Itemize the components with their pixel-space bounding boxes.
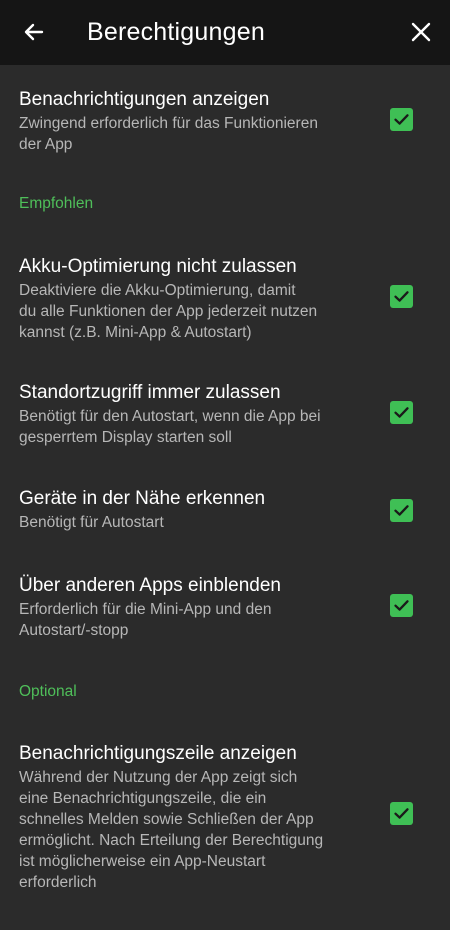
permission-description: Während der Nutzung der App zeigt sich e… <box>19 767 364 893</box>
check-icon <box>394 808 409 819</box>
permission-title: Benachrichtigungszeile anzeigen <box>19 743 297 764</box>
notification-bar-checkbox[interactable] <box>390 802 413 825</box>
permission-description: Benötigt für Autostart <box>19 512 364 533</box>
permission-item-notifications[interactable]: Benachrichtigungen anzeigen Zwingend erf… <box>0 66 450 172</box>
permission-item-battery-optimization[interactable]: Akku-Optimierung nicht zulassen Deaktivi… <box>0 235 450 360</box>
description-line: kannst (z.B. Mini-App & Autostart) <box>19 324 252 341</box>
permission-description: Deaktiviere die Akku-Optimierung, damit … <box>19 280 364 343</box>
description-line: Erforderlich für die Mini-App und den <box>19 601 272 618</box>
check-icon <box>394 407 409 418</box>
description-line: schnelles Melden sowie Schließen der App <box>19 811 314 828</box>
description-line: Zwingend erforderlich für das Funktionie… <box>19 115 318 132</box>
description-line: Benötigt für den Autostart, wenn die App… <box>19 408 321 425</box>
nearby-devices-checkbox[interactable] <box>390 499 413 522</box>
section-header-recommended: Empfohlen <box>19 195 94 212</box>
permission-description: Benötigt für den Autostart, wenn die App… <box>19 406 364 448</box>
permission-title: Über anderen Apps einblenden <box>19 575 281 596</box>
permission-item-notification-bar[interactable]: Benachrichtigungszeile anzeigen Während … <box>0 722 450 902</box>
permission-item-overlay[interactable]: Über anderen Apps einblenden Erforderlic… <box>0 555 450 660</box>
permission-title: Akku-Optimierung nicht zulassen <box>19 256 297 277</box>
close-button[interactable] <box>401 12 441 52</box>
overlay-checkbox[interactable] <box>390 594 413 617</box>
check-icon <box>394 114 409 125</box>
check-icon <box>394 291 409 302</box>
description-line: Während der Nutzung der App zeigt sich <box>19 769 298 786</box>
app-bar: Berechtigungen <box>0 0 450 65</box>
close-icon <box>411 22 431 42</box>
permission-title: Geräte in der Nähe erkennen <box>19 488 266 509</box>
battery-optimization-checkbox[interactable] <box>390 285 413 308</box>
arrow-left-icon <box>24 23 44 41</box>
back-button[interactable] <box>14 12 54 52</box>
section-header-optional: Optional <box>19 683 77 700</box>
description-line: der App <box>19 136 73 153</box>
check-icon <box>394 600 409 611</box>
notifications-checkbox[interactable] <box>390 108 413 131</box>
permission-title: Standortzugriff immer zulassen <box>19 382 281 403</box>
permission-description: Erforderlich für die Mini-App und den Au… <box>19 599 364 641</box>
description-line: eine Benachrichtigungszeile, die ein <box>19 790 267 807</box>
description-line: Benötigt für Autostart <box>19 514 164 531</box>
description-line: Deaktiviere die Akku-Optimierung, damit <box>19 282 296 299</box>
permission-title: Benachrichtigungen anzeigen <box>19 89 270 110</box>
permission-item-nearby-devices[interactable]: Geräte in der Nähe erkennen Benötigt für… <box>0 465 450 555</box>
description-line: ist möglicherweise ein App-Neustart <box>19 853 266 870</box>
description-line: erforderlich <box>19 874 97 891</box>
description-line: Autostart/-stopp <box>19 622 129 639</box>
check-icon <box>394 505 409 516</box>
description-line: gesperrtem Display starten soll <box>19 429 232 446</box>
description-line: ermöglicht. Nach Erteilung der Berechtig… <box>19 832 324 849</box>
location-checkbox[interactable] <box>390 401 413 424</box>
permission-item-location[interactable]: Standortzugriff immer zulassen Benötigt … <box>0 360 450 465</box>
page-title: Berechtigungen <box>87 18 265 46</box>
description-line: du alle Funktionen der App jederzeit nut… <box>19 303 318 320</box>
permission-description: Zwingend erforderlich für das Funktionie… <box>19 113 364 155</box>
